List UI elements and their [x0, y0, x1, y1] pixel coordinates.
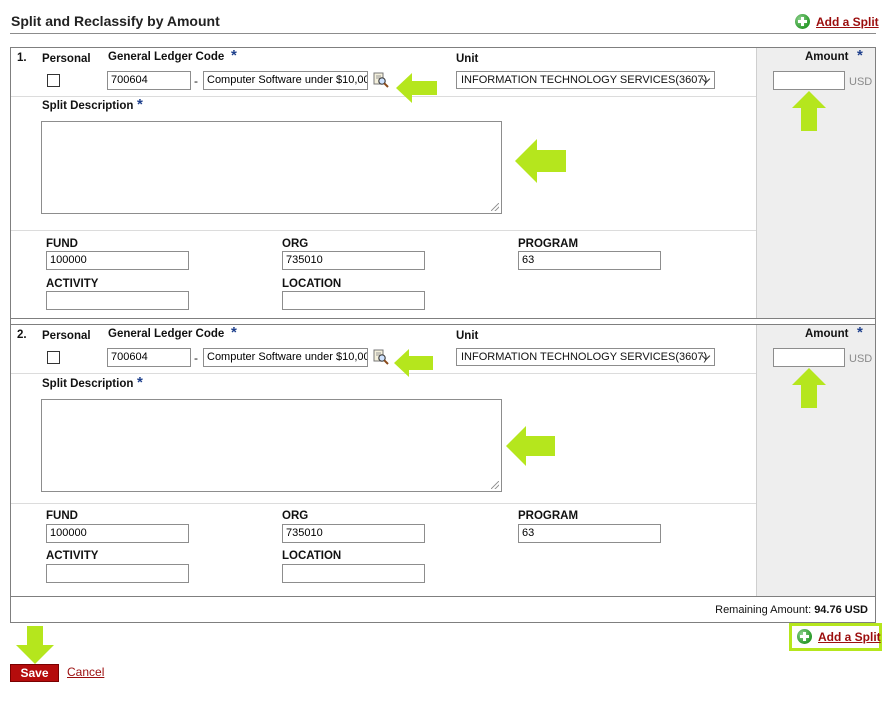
- required-star: *: [137, 96, 143, 113]
- split-number: 1.: [17, 52, 27, 64]
- lookup-magnifier-icon[interactable]: [373, 349, 389, 365]
- save-button[interactable]: Save: [10, 664, 59, 682]
- split-number: 2.: [17, 329, 27, 341]
- program-label: PROGRAM: [518, 510, 579, 522]
- annotation-arrow-icon: [394, 349, 433, 377]
- gl-description-input[interactable]: Computer Software under $10,00: [203, 348, 368, 367]
- row-divider: [11, 230, 756, 231]
- fund-label: FUND: [46, 238, 78, 250]
- personal-checkbox[interactable]: [47, 74, 60, 87]
- activity-input[interactable]: [46, 291, 189, 310]
- activity-label: ACTIVITY: [46, 278, 99, 290]
- activity-label: ACTIVITY: [46, 550, 99, 562]
- gl-code-label: General Ledger Code: [108, 328, 225, 340]
- amount-label: Amount: [805, 51, 849, 63]
- amount-input[interactable]: [773, 348, 845, 367]
- required-star: *: [231, 324, 237, 341]
- remaining-amount: Remaining Amount: 94.76 USD: [715, 604, 868, 616]
- location-input[interactable]: [282, 564, 425, 583]
- location-label: LOCATION: [282, 550, 342, 562]
- split-row-1: 1. Personal General Ledger Code * 700604…: [11, 47, 875, 319]
- cancel-link[interactable]: Cancel: [67, 665, 104, 679]
- amount-label: Amount: [805, 328, 849, 340]
- gl-code-input[interactable]: 700604: [107, 71, 191, 90]
- org-input[interactable]: 735010: [282, 251, 425, 270]
- split-description-label: Split Description: [42, 378, 134, 390]
- activity-input[interactable]: [46, 564, 189, 583]
- personal-checkbox[interactable]: [47, 351, 60, 364]
- location-input[interactable]: [282, 291, 425, 310]
- split-description-textarea[interactable]: [41, 399, 502, 492]
- program-label: PROGRAM: [518, 238, 579, 250]
- unit-label: Unit: [456, 53, 479, 65]
- fund-label: FUND: [46, 510, 78, 522]
- org-label: ORG: [282, 238, 309, 250]
- fund-input[interactable]: 100000: [46, 251, 189, 270]
- unit-select[interactable]: INFORMATION TECHNOLOGY SERVICES(3607): [456, 71, 715, 89]
- required-star: *: [857, 324, 863, 341]
- plus-circle-icon: [795, 14, 810, 29]
- required-star: *: [137, 374, 143, 391]
- annotation-arrow-icon: [515, 139, 566, 183]
- row-divider: [11, 373, 756, 374]
- org-input[interactable]: 735010: [282, 524, 425, 543]
- fund-input[interactable]: 100000: [46, 524, 189, 543]
- annotation-arrow-icon: [792, 368, 826, 408]
- split-description-label: Split Description: [42, 100, 134, 112]
- add-split-label: Add a Split: [816, 14, 879, 29]
- annotation-arrow-icon: [506, 426, 555, 466]
- program-input[interactable]: 63: [518, 251, 661, 270]
- splits-container: 1. Personal General Ledger Code * 700604…: [10, 47, 876, 623]
- personal-label: Personal: [42, 53, 91, 65]
- gl-code-label: General Ledger Code: [108, 51, 225, 63]
- resize-grip-icon[interactable]: [491, 481, 499, 489]
- add-split-link-bottom[interactable]: Add a Split: [797, 629, 881, 644]
- remaining-label: Remaining Amount:: [715, 604, 812, 616]
- row-divider: [11, 96, 756, 97]
- currency-label: USD: [849, 76, 873, 88]
- required-star: *: [231, 47, 237, 64]
- unit-selected-value: INFORMATION TECHNOLOGY SERVICES(3607): [461, 351, 708, 363]
- currency-label: USD: [849, 353, 873, 365]
- add-split-link-top[interactable]: Add a Split: [795, 14, 879, 29]
- annotation-arrow-icon: [792, 91, 826, 131]
- add-split-label: Add a Split: [818, 629, 881, 644]
- location-label: LOCATION: [282, 278, 342, 290]
- lookup-magnifier-icon[interactable]: [373, 72, 389, 88]
- gl-description-input[interactable]: Computer Software under $10,00: [203, 71, 368, 90]
- row-divider: [11, 503, 756, 504]
- title-divider: [10, 33, 876, 34]
- annotation-arrow-icon: [16, 626, 54, 664]
- plus-circle-icon: [797, 629, 812, 644]
- unit-selected-value: INFORMATION TECHNOLOGY SERVICES(3607): [461, 74, 708, 86]
- resize-grip-icon[interactable]: [491, 203, 499, 211]
- remaining-value: 94.76 USD: [814, 604, 868, 616]
- annotation-arrow-icon: [396, 73, 437, 103]
- page-title: Split and Reclassify by Amount: [11, 13, 220, 29]
- org-label: ORG: [282, 510, 309, 522]
- personal-label: Personal: [42, 330, 91, 342]
- unit-label: Unit: [456, 330, 479, 342]
- gl-code-input[interactable]: 700604: [107, 348, 191, 367]
- required-star: *: [857, 47, 863, 64]
- split-row-2: 2. Personal General Ledger Code * 700604…: [11, 324, 875, 597]
- unit-select[interactable]: INFORMATION TECHNOLOGY SERVICES(3607): [456, 348, 715, 366]
- split-description-textarea[interactable]: [41, 121, 502, 214]
- separator-dash: -: [194, 351, 198, 365]
- amount-input[interactable]: [773, 71, 845, 90]
- program-input[interactable]: 63: [518, 524, 661, 543]
- separator-dash: -: [194, 74, 198, 88]
